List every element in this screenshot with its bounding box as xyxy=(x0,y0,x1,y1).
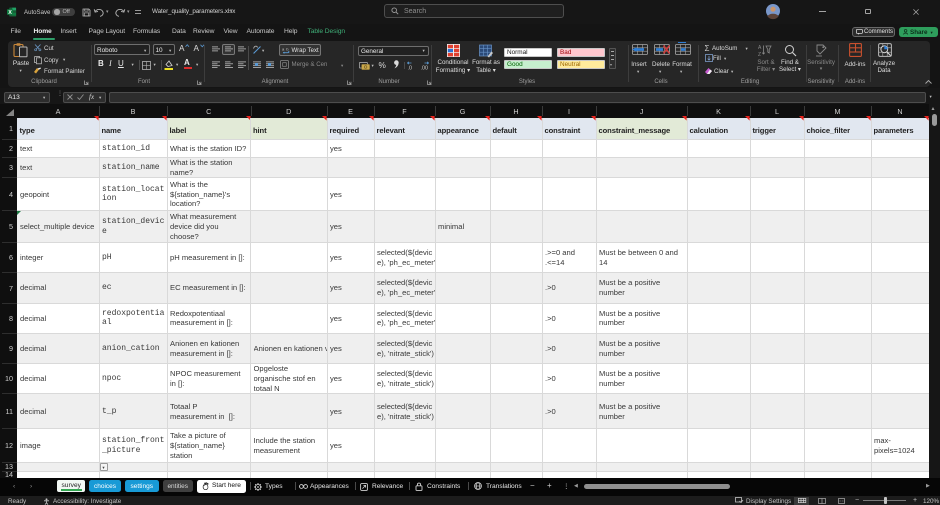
svg-text:b: b xyxy=(286,46,289,51)
svg-text:A: A xyxy=(758,45,762,51)
svg-text:Z: Z xyxy=(758,52,761,58)
svg-text:a: a xyxy=(282,46,285,51)
svg-text:.0: .0 xyxy=(408,65,413,71)
svg-text:.00: .00 xyxy=(420,65,428,71)
svg-text:X: X xyxy=(8,10,12,16)
